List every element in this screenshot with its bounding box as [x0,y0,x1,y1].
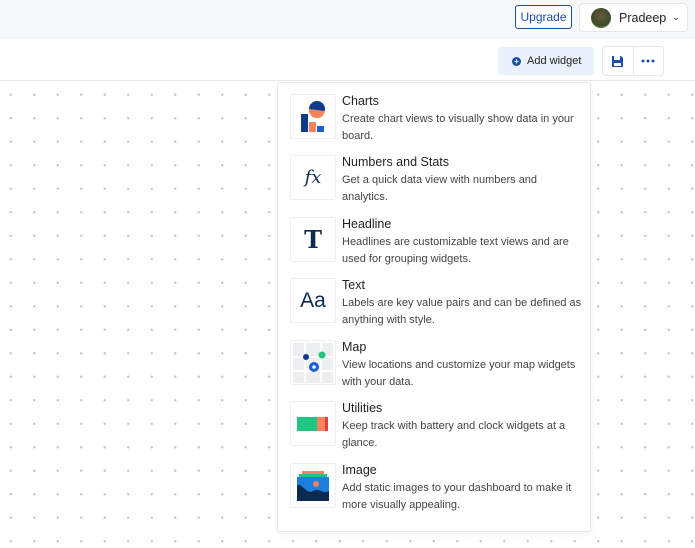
item-description: Keep track with battery and clock widget… [342,420,566,449]
more-icon [641,59,655,63]
function-icon: fx [290,155,336,200]
headline-icon: T [290,217,336,262]
plus-circle-icon: + [512,56,521,66]
item-title: Numbers and Stats [342,155,449,169]
save-icon [612,55,624,67]
add-widget-label: Add widget [527,55,582,67]
avatar [591,7,611,28]
item-description: Get a quick data view with numbers and a… [342,174,538,203]
map-icon [290,340,336,385]
text-icon: Aa [290,278,336,323]
add-widget-button[interactable]: + Add widget [498,47,594,75]
item-title: Headline [342,217,392,231]
save-button[interactable] [603,47,634,75]
item-description: Labels are key value pairs and can be de… [342,297,582,326]
menu-item-map[interactable]: Map View locations and customize your ma… [290,340,585,390]
more-options-button[interactable] [634,47,664,75]
item-title: Utilities [342,401,383,415]
user-menu[interactable]: Pradeep ⌄ [579,3,688,32]
charts-icon [290,94,336,139]
battery-icon [290,401,336,446]
menu-item-numbers-and-stats[interactable]: fx Numbers and Stats Get a quick data vi… [290,155,585,205]
toolbar-button-group [602,46,664,76]
item-title: Text [342,278,365,292]
item-title: Map [342,340,367,354]
menu-item-text[interactable]: Aa Text Labels are key value pairs and c… [290,278,585,328]
item-title: Image [342,463,377,477]
menu-item-headline[interactable]: T Headline Headlines are customizable te… [290,217,585,267]
top-bar: Upgrade Pradeep ⌄ [0,0,695,37]
menu-item-utilities[interactable]: Utilities Keep track with battery and cl… [290,401,585,451]
item-description: Add static images to your dashboard to m… [342,482,572,511]
add-widget-menu: Charts Create chart views to visually sh… [277,82,591,532]
item-description: View locations and customize your map wi… [342,359,576,388]
item-description: Create chart views to visually show data… [342,113,574,142]
menu-item-image[interactable]: Image Add static images to your dashboar… [290,463,585,513]
board-toolbar: + Add widget [0,37,695,81]
item-description: Headlines are customizable text views an… [342,236,569,265]
item-title: Charts [342,94,379,108]
upgrade-button[interactable]: Upgrade [515,5,572,29]
menu-item-charts[interactable]: Charts Create chart views to visually sh… [290,94,585,144]
user-name: Pradeep [619,10,667,25]
image-icon [290,463,336,508]
chevron-down-icon: ⌄ [672,12,680,22]
